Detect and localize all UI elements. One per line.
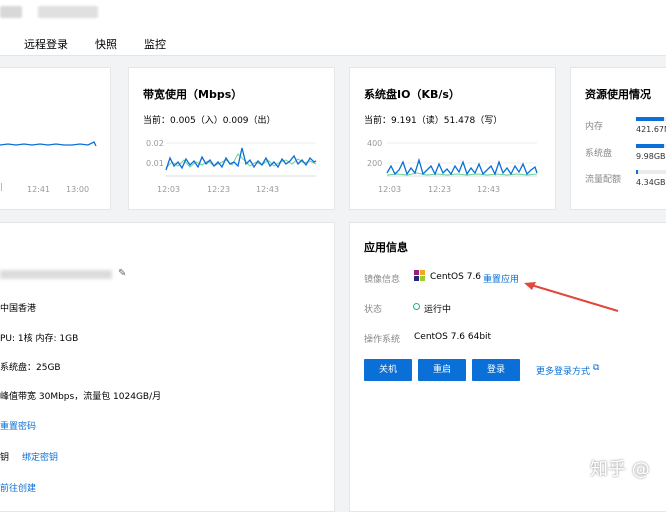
bandwidth-title: 带宽使用（Mbps） <box>143 88 243 101</box>
disk-io-y-tick: 400 <box>367 139 383 148</box>
cpu-x-tick-start: | <box>0 182 3 191</box>
instance-cpu-memory: PU: 1核 内存: 1GB <box>0 334 79 344</box>
instance-disk: 系统盘：25GB <box>0 363 61 373</box>
traffic-usage-bar <box>636 170 666 174</box>
image-value: CentOS 7.6 <box>430 272 482 282</box>
memory-usage-bar <box>636 117 666 121</box>
cpu-x-tick: 12:41 <box>27 185 51 194</box>
bandwidth-chart <box>165 142 317 177</box>
shutdown-button[interactable]: 关机 <box>364 359 412 381</box>
disk-io-x-tick: 12:03 <box>378 185 402 194</box>
disk-io-chart <box>386 142 538 177</box>
bandwidth-x-tick: 12:43 <box>256 185 280 194</box>
bandwidth-current: 当前：0.005（入）0.009（出） <box>143 116 276 126</box>
bandwidth-y-tick: 0.01 <box>146 159 164 168</box>
cpu-chart <box>0 141 97 147</box>
status-running-icon <box>413 303 420 310</box>
os-value: CentOS 7.6 64bit <box>414 332 492 342</box>
status-value: 运行中 <box>424 305 452 315</box>
bandwidth-y-tick: 0.02 <box>146 139 164 148</box>
instance-bandwidth: 峰值带宽 30Mbps，流量包 1024GB/月 <box>0 392 162 402</box>
login-button[interactable]: 登录 <box>472 359 520 381</box>
resource-label-disk: 系统盘 <box>585 149 613 159</box>
key-label: 钥 <box>0 453 10 463</box>
traffic-usage-fill <box>636 170 638 174</box>
disk-io-x-tick: 12:43 <box>477 185 501 194</box>
app-info-title: 应用信息 <box>364 241 408 254</box>
blurred-title <box>0 6 22 18</box>
disk-io-title: 系统盘IO（KB/s） <box>364 88 460 101</box>
bandwidth-out-line <box>165 147 317 171</box>
restart-button[interactable]: 重启 <box>418 359 466 381</box>
image-label: 镜像信息 <box>364 275 401 285</box>
resource-label-memory: 内存 <box>585 122 604 132</box>
reset-password-link[interactable]: 重置密码 <box>0 419 36 432</box>
external-link-icon[interactable]: ⧉ <box>593 363 599 373</box>
tab-remote-login[interactable]: 远程登录 <box>24 36 68 52</box>
os-label: 操作系统 <box>364 335 401 345</box>
blurred-title-2 <box>38 6 98 18</box>
disk-io-y-tick: 200 <box>367 159 383 168</box>
disk-io-x-tick: 12:23 <box>428 185 452 194</box>
resource-label-traffic: 流量配额 <box>585 175 622 185</box>
tab-monitor[interactable]: 监控 <box>144 36 166 52</box>
cpu-series-line <box>0 141 97 147</box>
zhihu-watermark: 知乎 @ <box>590 459 650 480</box>
bind-key-link[interactable]: 绑定密钥 <box>22 450 58 463</box>
resource-value-disk: 9.98GB <box>636 152 666 161</box>
resource-value-traffic: 4.34GB <box>636 178 666 187</box>
reinstall-app-link[interactable]: 重置应用 <box>483 272 519 285</box>
bandwidth-x-tick: 12:23 <box>207 185 231 194</box>
red-arrow-annotation <box>524 282 619 312</box>
resource-value-memory: 421.67M <box>636 125 666 134</box>
bandwidth-x-tick: 12:03 <box>157 185 181 194</box>
instance-region: 中国香港 <box>0 304 37 314</box>
centos-logo-icon <box>414 270 425 281</box>
cpu-x-tick: 13:00 <box>66 185 90 194</box>
disk-io-current: 当前：9.191（读）51.478（写） <box>364 116 503 126</box>
disk-usage-bar <box>636 144 666 148</box>
more-login-methods-link[interactable]: 更多登录方式 <box>536 364 590 377</box>
edit-pencil-icon[interactable]: ✎ <box>118 268 126 279</box>
status-label: 状态 <box>364 305 383 315</box>
disk-read-line <box>386 172 538 176</box>
resource-title: 资源使用情况 <box>585 88 651 101</box>
disk-write-line <box>386 157 538 176</box>
blurred-instance-name <box>0 270 112 279</box>
memory-usage-fill <box>636 117 664 121</box>
create-link[interactable]: 前往创建 <box>0 481 36 494</box>
disk-usage-fill <box>636 144 664 148</box>
tab-snapshot[interactable]: 快照 <box>95 36 117 52</box>
